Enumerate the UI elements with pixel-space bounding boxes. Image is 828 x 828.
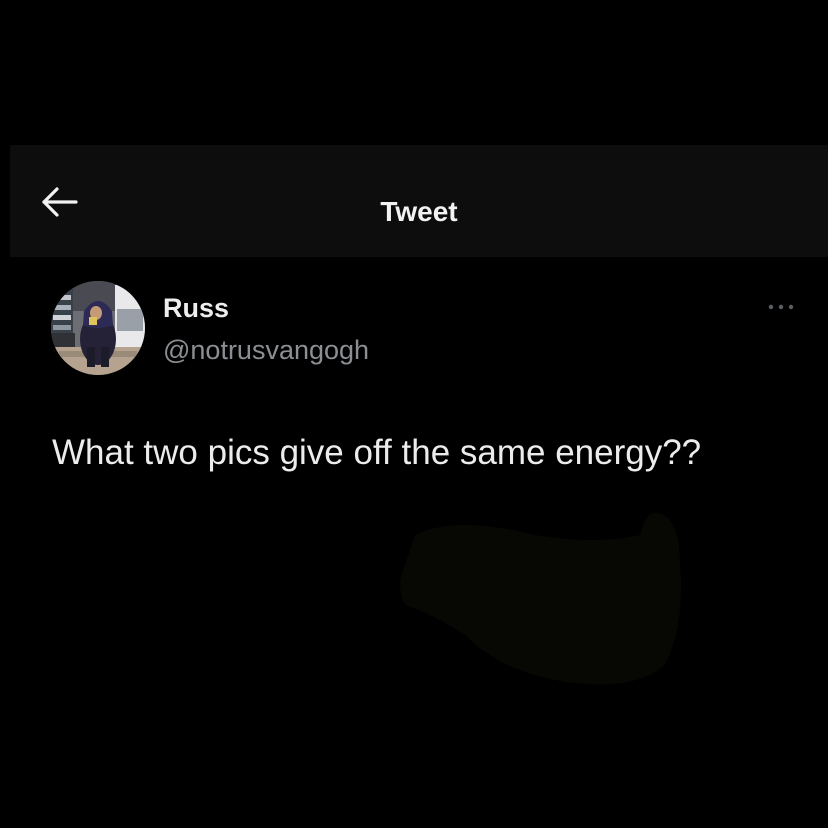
author-avatar[interactable]: [51, 281, 145, 375]
more-horizontal-icon: [768, 304, 794, 310]
avatar-photo: [51, 281, 145, 375]
more-options-button[interactable]: [766, 300, 796, 314]
faint-background-shape: [395, 505, 695, 695]
top-bar: Tweet: [10, 145, 828, 257]
page-title: Tweet: [380, 196, 458, 227]
author-display-name[interactable]: Russ: [163, 292, 229, 324]
author-handle[interactable]: @notrusvangogh: [163, 333, 369, 367]
tweet-text: What two pics give off the same energy??: [52, 433, 702, 472]
